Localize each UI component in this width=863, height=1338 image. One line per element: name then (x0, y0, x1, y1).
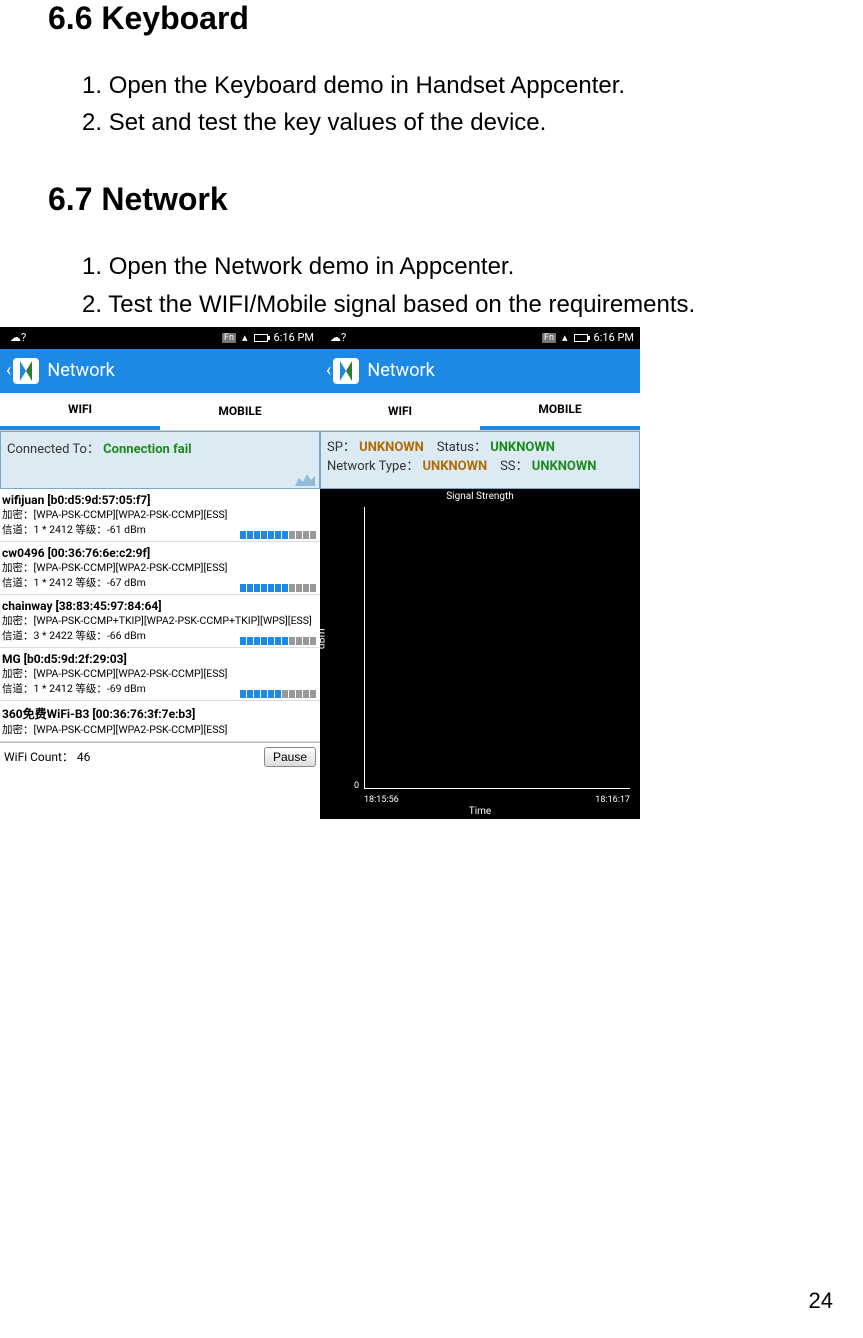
step-1: 1. Open the Network demo in Appcenter. (82, 248, 823, 285)
tab-mobile[interactable]: MOBILE (160, 393, 320, 430)
wifi-row[interactable]: wifijuan [b0:d5:9d:57:05:f7]加密：[WPA-PSK-… (0, 489, 320, 542)
wifi-encryption: 加密：[WPA-PSK-CCMP][WPA2-PSK-CCMP][ESS] (2, 507, 318, 522)
clock: 6:16 PM (594, 331, 634, 344)
pause-button[interactable]: Pause (264, 747, 316, 767)
fn-indicator: Fn (222, 333, 236, 343)
wifi-count-value: 46 (77, 750, 91, 764)
signal-bars-icon (240, 637, 316, 645)
signal-bars-icon (240, 690, 316, 698)
heading-network: 6.7 Network (48, 181, 823, 218)
app-icon (333, 358, 359, 384)
title-bar: ‹ Network (0, 349, 320, 393)
step-1: 1. Open the Keyboard demo in Handset App… (82, 67, 823, 104)
wifi-name: MG [b0:d5:9d:2f:29:03] (2, 652, 318, 666)
app-icon (13, 358, 39, 384)
step-text: Open the Keyboard demo in Handset Appcen… (109, 72, 625, 99)
x-tick-right: 18:16:17 (595, 795, 630, 805)
tab-wifi[interactable]: WIFI (0, 393, 160, 430)
nettype-value: UNKNOWN (422, 459, 487, 474)
sp-label: SP： (327, 440, 356, 455)
app-title: Network (47, 360, 114, 381)
status-bar: ☁? Fn ▴ 6:16 PM (320, 327, 640, 349)
x-tick-left: 18:15:56 (364, 795, 399, 805)
connected-label: Connected To： (7, 442, 100, 457)
wifi-encryption: 加密：[WPA-PSK-CCMP][WPA2-PSK-CCMP][ESS] (2, 560, 318, 575)
mobile-info: SP： UNKNOWN Status： UNKNOWN Network Type… (320, 431, 640, 489)
signal-bars-icon (240, 531, 316, 539)
tabs: WIFI MOBILE (320, 393, 640, 431)
wifi-name: chainway [38:83:45:97:84:64] (2, 599, 318, 613)
step-2: 2. Set and test the key values of the de… (82, 104, 823, 141)
wifi-encryption: 加密：[WPA-PSK-CCMP+TKIP][WPA2-PSK-CCMP+TKI… (2, 613, 318, 628)
tab-mobile[interactable]: MOBILE (480, 393, 640, 430)
wifi-row[interactable]: cw0496 [00:36:76:6e:c2:9f]加密：[WPA-PSK-CC… (0, 542, 320, 595)
ss-value: UNKNOWN (532, 459, 597, 474)
step-text: Open the Network demo in Appcenter. (109, 253, 515, 280)
connection-info: Connected To： Connection fail (0, 431, 320, 489)
x-axis-label: Time (469, 806, 491, 817)
chart-title: Signal Strength (320, 489, 640, 502)
wifi-name: wifijuan [b0:d5:9d:57:05:f7] (2, 493, 318, 507)
step-text: Test the WIFI/Mobile signal based on the… (108, 291, 695, 318)
fn-indicator: Fn (542, 333, 556, 343)
tabs: WIFI MOBILE (0, 393, 320, 431)
signal-icon: ▴ (242, 331, 248, 344)
wifi-row[interactable]: chainway [38:83:45:97:84:64]加密：[WPA-PSK-… (0, 595, 320, 648)
status-bar: ☁? Fn ▴ 6:16 PM (0, 327, 320, 349)
wifi-row[interactable]: MG [b0:d5:9d:2f:29:03]加密：[WPA-PSK-CCMP][… (0, 648, 320, 701)
tab-wifi[interactable]: WIFI (320, 393, 480, 430)
wifi-count-label: WiFi Count： (4, 750, 74, 764)
battery-icon (254, 334, 268, 342)
y-tick-zero: 0 (354, 781, 359, 791)
wifi-encryption: 加密：[WPA-PSK-CCMP][WPA2-PSK-CCMP][ESS] (2, 722, 318, 737)
step-text: Set and test the key values of the devic… (109, 109, 547, 136)
battery-icon (574, 334, 588, 342)
title-bar: ‹ Network (320, 349, 640, 393)
screenshot-wifi: ☁? Fn ▴ 6:16 PM ‹ Network WIFI MOBILE Co… (0, 327, 320, 819)
step-2: 2. Test the WIFI/Mobile signal based on … (82, 286, 823, 323)
wifi-footer: WiFi Count： 46 Pause (0, 742, 320, 771)
clock: 6:16 PM (274, 331, 314, 344)
back-icon[interactable]: ‹ (6, 360, 11, 381)
heading-keyboard: 6.6 Keyboard (48, 0, 823, 37)
page-number: 24 (809, 1288, 833, 1314)
status-value: UNKNOWN (490, 440, 555, 455)
screenshot-mobile: ☁? Fn ▴ 6:16 PM ‹ Network WIFI MOBILE SP… (320, 327, 640, 819)
connected-value: Connection fail (103, 442, 191, 457)
back-icon[interactable]: ‹ (326, 360, 331, 381)
wifi-list[interactable]: wifijuan [b0:d5:9d:57:05:f7]加密：[WPA-PSK-… (0, 489, 320, 742)
wifi-row[interactable]: 360免费WiFi-B3 [00:36:76:3f:7e:b3]加密：[WPA-… (0, 701, 320, 742)
cloud-icon: ☁? (330, 331, 346, 344)
signal-bars-icon (240, 584, 316, 592)
nettype-label: Network Type： (327, 459, 419, 474)
app-title: Network (367, 360, 434, 381)
wifi-name: cw0496 [00:36:76:6e:c2:9f] (2, 546, 318, 560)
cloud-icon: ☁? (10, 331, 26, 344)
y-axis-label: dBm (317, 628, 328, 649)
plot-area (364, 507, 630, 789)
ss-label: SS： (500, 459, 528, 474)
network-steps: 1. Open the Network demo in Appcenter. 2… (48, 248, 823, 322)
keyboard-steps: 1. Open the Keyboard demo in Handset App… (48, 67, 823, 141)
signal-chart: Signal Strength dBm 0 18:15:56 18:16:17 … (320, 489, 640, 819)
house-icon (295, 472, 315, 486)
status-label: Status： (437, 440, 487, 455)
wifi-encryption: 加密：[WPA-PSK-CCMP][WPA2-PSK-CCMP][ESS] (2, 666, 318, 681)
sp-value: UNKNOWN (359, 440, 424, 455)
signal-icon: ▴ (562, 331, 568, 344)
wifi-name: 360免费WiFi-B3 [00:36:76:3f:7e:b3] (2, 705, 318, 722)
